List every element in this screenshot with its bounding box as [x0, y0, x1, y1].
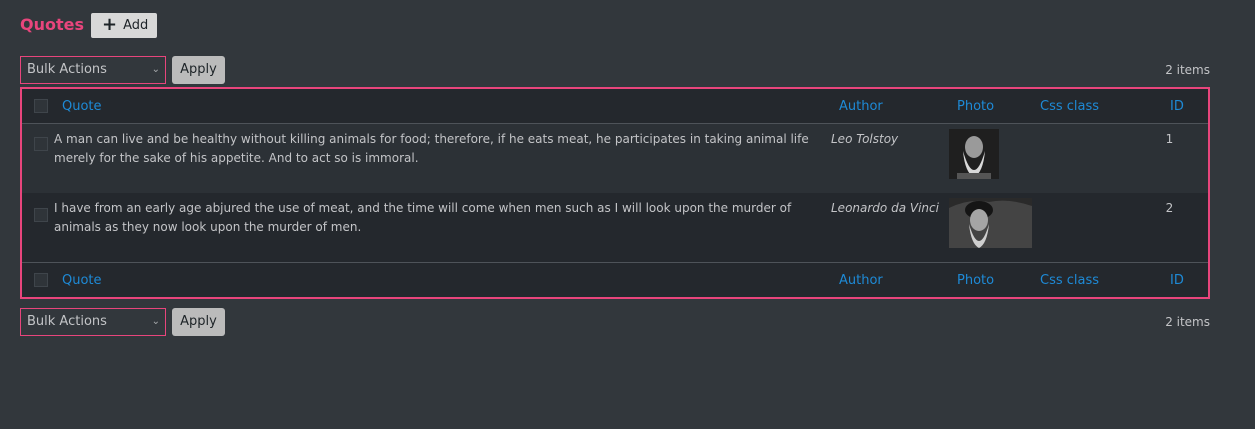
table-row: A man can live and be healthy without ki…	[22, 124, 1208, 193]
column-header-id[interactable]: ID	[1170, 89, 1184, 124]
column-footer-quote[interactable]: Quote	[62, 263, 102, 298]
portrait-icon	[949, 198, 1032, 248]
row-id: 2	[1165, 201, 1174, 215]
author-photo	[949, 198, 1032, 248]
quotes-table: Quote Author Photo Css class ID A man ca…	[20, 87, 1210, 299]
column-footer-author[interactable]: Author	[839, 263, 883, 298]
select-all-checkbox[interactable]	[34, 99, 48, 113]
select-all-checkbox-footer[interactable]	[34, 273, 48, 287]
table-row: I have from an early age abjured the use…	[22, 193, 1208, 262]
bulk-actions-select-top[interactable]: Bulk Actions ⌄	[20, 56, 166, 84]
page-title: Quotes	[20, 15, 85, 34]
add-button-label: Add	[123, 17, 149, 33]
portrait-icon	[949, 129, 999, 179]
column-header-author[interactable]: Author	[839, 89, 883, 124]
row-checkbox[interactable]	[34, 208, 48, 222]
quote-text: I have from an early age abjured the use…	[54, 201, 792, 234]
column-header-css-class[interactable]: Css class	[1040, 89, 1099, 124]
chevron-down-icon: ⌄	[151, 64, 160, 75]
author-photo	[949, 129, 999, 179]
column-header-photo[interactable]: Photo	[957, 89, 994, 124]
bulk-actions-value: Bulk Actions	[27, 62, 107, 77]
tablenav-top: Bulk Actions ⌄ Apply 2 items	[20, 56, 1210, 84]
add-quote-button[interactable]: + Add	[91, 12, 158, 38]
column-header-quote[interactable]: Quote	[62, 89, 102, 124]
items-count-bottom: 2 items	[1165, 315, 1210, 329]
row-checkbox[interactable]	[34, 137, 48, 151]
page-heading: Quotes + Add	[20, 12, 158, 38]
table-header-row: Quote Author Photo Css class ID	[22, 89, 1208, 124]
quote-text: A man can live and be healthy without ki…	[54, 132, 809, 165]
column-footer-css-class[interactable]: Css class	[1040, 263, 1099, 298]
bulk-actions-select-bottom[interactable]: Bulk Actions ⌄	[20, 308, 166, 336]
tablenav-bottom: Bulk Actions ⌄ Apply 2 items	[20, 308, 1210, 336]
chevron-down-icon: ⌄	[151, 316, 160, 327]
items-count-top: 2 items	[1165, 63, 1210, 77]
table-footer-row: Quote Author Photo Css class ID	[22, 262, 1208, 297]
column-footer-photo[interactable]: Photo	[957, 263, 994, 298]
row-id: 1	[1165, 132, 1174, 146]
author-name: Leo Tolstoy	[831, 132, 899, 146]
column-footer-id[interactable]: ID	[1170, 263, 1184, 298]
bulk-actions-value: Bulk Actions	[27, 314, 107, 329]
apply-button-top[interactable]: Apply	[172, 56, 225, 84]
plus-icon: +	[102, 14, 118, 35]
apply-button-bottom[interactable]: Apply	[172, 308, 225, 336]
author-name: Leonardo da Vinci	[831, 201, 939, 215]
